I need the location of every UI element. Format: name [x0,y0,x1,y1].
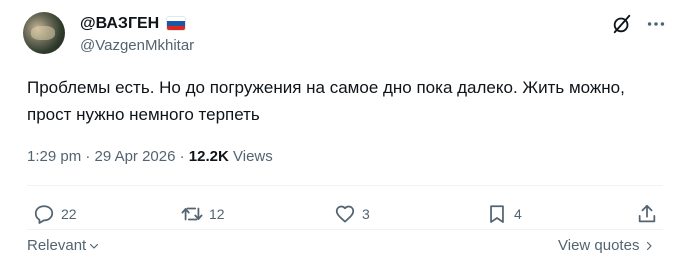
divider [27,185,663,186]
tweet-text: Проблемы есть. Но до погружения на самое… [27,78,625,124]
share-button[interactable] [636,201,658,227]
divider [27,229,663,230]
author-display-name[interactable]: @ВАЗГЕН [80,14,159,34]
reply-icon [34,205,54,224]
grok-icon[interactable] [611,13,633,35]
like-button[interactable]: 3 [334,201,370,227]
tweet-date[interactable]: 29 Apr 2026 [95,148,176,165]
meta-separator: · [85,148,91,165]
share-icon [638,204,656,223]
view-quotes-link[interactable]: View quotes [558,237,655,254]
sort-label: Relevant [27,237,87,254]
heart-icon [335,205,355,223]
bookmark-icon [490,205,504,223]
avatar[interactable] [23,12,65,54]
russia-flag-icon [167,17,185,30]
bookmark-button[interactable]: 4 [486,201,522,227]
reply-count: 22 [61,206,77,222]
view-quotes-label: View quotes [558,237,640,254]
chevron-down-icon [90,243,99,249]
repost-icon [181,207,203,221]
tweet-meta: 1:29 pm · 29 Apr 2026 · 12.2K Views [27,147,273,167]
like-count: 3 [362,206,370,222]
views-label: Views [233,148,273,165]
bookmark-count: 4 [514,206,522,222]
tweet-time[interactable]: 1:29 pm [27,148,81,165]
more-options-icon[interactable] [645,13,667,35]
chevron-right-icon [647,241,653,250]
views-count: 12.2K [188,148,229,165]
repost-count: 12 [209,206,225,222]
author-handle[interactable]: @VazgenMkhitar [80,37,194,55]
repost-button[interactable]: 12 [181,201,225,227]
sort-replies-dropdown[interactable]: Relevant [27,237,100,254]
meta-separator: · [179,148,185,165]
reply-button[interactable]: 22 [33,201,77,227]
